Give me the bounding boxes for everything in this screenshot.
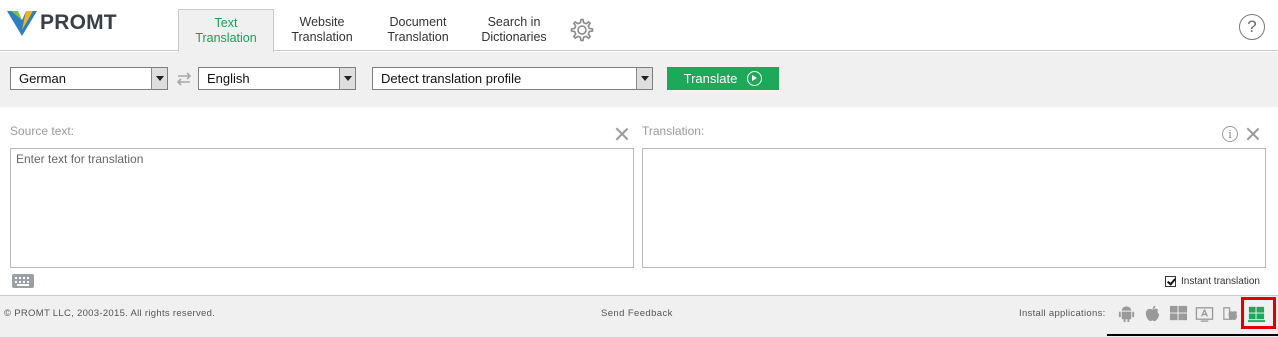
clear-translation-close-icon[interactable] xyxy=(1246,127,1260,141)
target-language-select[interactable]: English xyxy=(198,67,356,90)
source-text-placeholder: Enter text for translation xyxy=(16,152,144,166)
chevron-down-icon[interactable] xyxy=(339,68,355,89)
header: PROMT Text Translation Website Translati… xyxy=(0,0,1278,52)
translation-profile-select[interactable]: Detect translation profile xyxy=(372,67,653,90)
footer-underline xyxy=(1107,334,1278,336)
translation-toolbar: German English Detect translation profil… xyxy=(0,52,1278,107)
translate-button[interactable]: Translate xyxy=(667,67,779,90)
arrow-right-circle-icon xyxy=(747,71,763,86)
source-text-label: Source text: xyxy=(10,124,75,138)
clear-source-close-icon[interactable] xyxy=(615,127,629,141)
chevron-down-icon[interactable] xyxy=(151,68,167,89)
send-feedback-link[interactable]: Send Feedback xyxy=(601,308,673,319)
mac-app-icon[interactable] xyxy=(1194,302,1215,324)
settings-gear-icon[interactable] xyxy=(562,9,602,51)
info-icon[interactable]: i xyxy=(1222,126,1238,142)
tab-text-translation[interactable]: Text Translation xyxy=(178,9,274,52)
tab-search-dictionaries[interactable]: Search in Dictionaries xyxy=(466,9,562,51)
apple-icon[interactable] xyxy=(1142,302,1163,324)
translation-profile-value: Detect translation profile xyxy=(381,71,522,86)
promt-logo[interactable]: PROMT xyxy=(6,8,117,38)
source-language-select[interactable]: German xyxy=(10,67,168,90)
source-text-input[interactable]: Enter text for translation xyxy=(10,148,634,268)
promt-logo-icon xyxy=(7,11,37,36)
translation-label: Translation: xyxy=(642,124,705,138)
main-tabs: Text Translation Website Translation Doc… xyxy=(178,9,602,52)
tab-website-translation[interactable]: Website Translation xyxy=(274,9,370,51)
brand-name: PROMT xyxy=(40,11,117,34)
install-applications-label: Install applications: xyxy=(1019,308,1106,319)
highlight-box xyxy=(1241,297,1276,329)
translation-output[interactable] xyxy=(642,148,1266,268)
copyright-text: © PROMT LLC, 2003-2015. All rights reser… xyxy=(4,308,216,319)
tab-document-translation[interactable]: Document Translation xyxy=(370,9,466,51)
instant-translation-toggle[interactable]: Instant translation xyxy=(1165,276,1260,287)
target-language-value: English xyxy=(207,71,250,86)
android-icon[interactable] xyxy=(1116,302,1137,324)
swap-languages-icon[interactable] xyxy=(175,71,193,87)
translate-button-label: Translate xyxy=(683,71,738,86)
mac-finder-icon[interactable] xyxy=(1220,302,1241,324)
promt-translator-app: PROMT Text Translation Website Translati… xyxy=(0,0,1278,337)
virtual-keyboard-icon[interactable] xyxy=(12,274,34,288)
help-icon[interactable]: ? xyxy=(1239,14,1265,40)
source-language-value: German xyxy=(19,71,66,86)
chevron-down-icon[interactable] xyxy=(636,68,652,89)
instant-translation-label: Instant translation xyxy=(1181,276,1260,287)
instant-translation-checkbox[interactable] xyxy=(1165,276,1176,287)
footer: © PROMT LLC, 2003-2015. All rights reser… xyxy=(0,295,1278,337)
windows-icon[interactable] xyxy=(1168,302,1189,324)
